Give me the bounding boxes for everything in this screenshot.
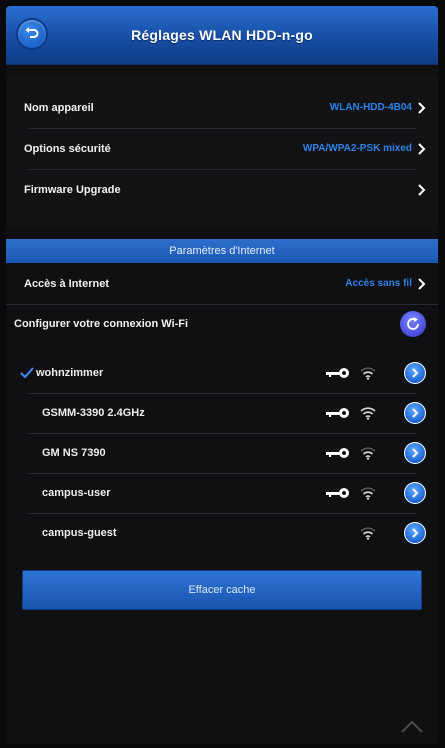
- wifi-network-name: GSMM-3390 2.4GHz: [42, 407, 145, 419]
- refresh-icon: [407, 317, 419, 330]
- network-details-button[interactable]: [404, 402, 426, 424]
- internet-section-header: Paramètres d'Internet: [6, 239, 438, 263]
- wifi-signal-icon: [360, 487, 376, 500]
- key-icon: [326, 408, 349, 418]
- configure-wifi-row: Configurer votre connexion Wi-Fi: [6, 304, 438, 344]
- internet-access-value: Accès sans fil: [345, 278, 412, 289]
- chevron-right-icon: [418, 184, 426, 196]
- title-bar: Réglages WLAN HDD-n-go: [6, 6, 438, 65]
- back-button[interactable]: [18, 20, 46, 48]
- back-arrow-icon: [25, 27, 39, 38]
- page-title: Réglages WLAN HDD-n-go: [131, 27, 313, 43]
- key-icon: [326, 488, 349, 498]
- clear-cache-button[interactable]: Effacer cache: [22, 570, 422, 610]
- wifi-network-name: wohnzimmer: [36, 367, 104, 379]
- settings-label: Firmware Upgrade: [24, 184, 121, 196]
- chevron-right-icon: [412, 528, 419, 538]
- corner-decoration-icon: [401, 720, 423, 733]
- configure-wifi-label: Configurer votre connexion Wi-Fi: [14, 318, 189, 330]
- wifi-signal-icon: [360, 367, 376, 380]
- wifi-signal-icon: [360, 447, 376, 460]
- wifi-network-row[interactable]: GSMM-3390 2.4GHz: [6, 394, 438, 432]
- settings-row-device-name[interactable]: Nom appareil WLAN-HDD-4B04: [6, 88, 438, 128]
- wifi-signal-icon: [360, 527, 376, 540]
- settings-row-security[interactable]: Options sécurité WPA/WPA2-PSK mixed: [6, 129, 438, 169]
- settings-label: Nom appareil: [24, 102, 94, 114]
- wifi-network-name: GM NS 7390: [42, 447, 106, 459]
- chevron-right-icon: [412, 368, 419, 378]
- network-details-button[interactable]: [404, 522, 426, 544]
- settings-value: WPA/WPA2-PSK mixed: [302, 143, 412, 154]
- network-details-button[interactable]: [404, 362, 426, 384]
- wifi-network-row[interactable]: campus-guest: [6, 514, 438, 552]
- settings-value: WLAN-HDD-4B04: [329, 102, 412, 113]
- network-details-button[interactable]: [404, 482, 426, 504]
- chevron-right-icon: [418, 102, 426, 114]
- chevron-right-icon: [418, 278, 426, 290]
- app-frame: Réglages WLAN HDD-n-go Nom appareil WLAN…: [6, 6, 438, 744]
- wifi-signal-icon: [360, 407, 376, 420]
- chevron-right-icon: [412, 448, 419, 458]
- wifi-network-row[interactable]: GM NS 7390: [6, 434, 438, 472]
- settings-row-firmware[interactable]: Firmware Upgrade: [6, 170, 438, 210]
- chevron-right-icon: [418, 143, 426, 155]
- internet-access-row[interactable]: Accès à Internet Accès sans fil: [6, 264, 438, 304]
- network-details-button[interactable]: [404, 442, 426, 464]
- chevron-right-icon: [412, 408, 419, 418]
- connected-check-icon: [20, 367, 34, 379]
- internet-access-label: Accès à Internet: [24, 278, 109, 290]
- key-icon: [326, 448, 349, 458]
- refresh-button[interactable]: [400, 311, 426, 337]
- settings-label: Options sécurité: [24, 143, 111, 155]
- wifi-network-row[interactable]: wohnzimmer: [6, 354, 438, 392]
- chevron-right-icon: [412, 488, 419, 498]
- wifi-network-name: campus-user: [42, 487, 111, 499]
- key-icon: [326, 368, 349, 378]
- wifi-network-name: campus-guest: [42, 527, 117, 539]
- wifi-network-row[interactable]: campus-user: [6, 474, 438, 512]
